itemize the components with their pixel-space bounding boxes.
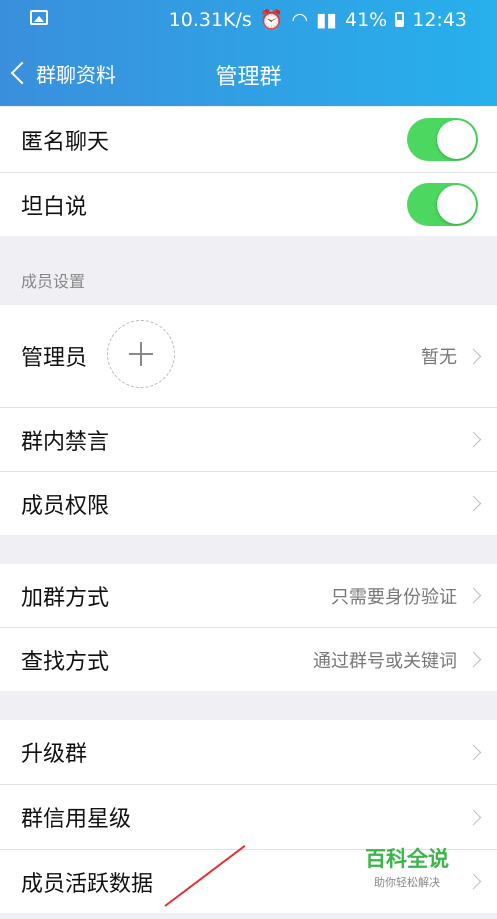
mute-label: 群内禁言 bbox=[21, 429, 110, 455]
row-group-credit[interactable]: 群信用星级 bbox=[0, 785, 497, 849]
chevron-right-icon bbox=[465, 495, 482, 512]
chevron-right-icon bbox=[465, 809, 482, 825]
nav-bar: 群聊资料 管理群 bbox=[0, 40, 497, 106]
row-upgrade-group[interactable]: 升级群 bbox=[0, 720, 497, 784]
find-method-value: 通过群号或关键词 bbox=[313, 650, 457, 672]
tanbaishuo-toggle[interactable] bbox=[407, 183, 478, 226]
join-method-value: 只需要身份验证 bbox=[331, 586, 457, 608]
row-anonymous-chat: 匿名聊天 bbox=[0, 107, 497, 172]
status-bar: 10.31K/s ⏰ ◠ ▮▮ 41% 12:43 bbox=[0, 0, 497, 40]
tanbaishuo-label: 坦白说 bbox=[21, 194, 88, 220]
image-icon bbox=[30, 10, 48, 25]
network-speed: 10.31K/s bbox=[168, 8, 252, 31]
alarm-icon: ⏰ bbox=[259, 9, 284, 31]
chevron-right-icon bbox=[465, 873, 482, 890]
join-method-label: 加群方式 bbox=[21, 585, 110, 611]
page-title-text: 管理群 bbox=[215, 65, 282, 90]
admin-value: 暂无 bbox=[421, 347, 457, 368]
anonymous-chat-label: 匿名聊天 bbox=[21, 129, 110, 155]
chevron-right-icon bbox=[465, 587, 482, 604]
row-find-method[interactable]: 查找方式 通过群号或关键词 bbox=[0, 628, 497, 691]
admin-label: 管理员 bbox=[21, 346, 88, 371]
chevron-right-icon bbox=[465, 431, 482, 448]
section-header-member-settings: 成员设置 bbox=[21, 272, 86, 291]
row-tanbaishuo: 坦白说 bbox=[0, 173, 497, 236]
wifi-icon: ◠ bbox=[291, 8, 309, 31]
battery-percent: 41% bbox=[345, 8, 388, 31]
add-admin-button[interactable] bbox=[107, 320, 175, 388]
anonymous-chat-toggle[interactable] bbox=[407, 118, 478, 161]
chevron-right-icon bbox=[465, 651, 482, 668]
toggle-knob bbox=[437, 185, 476, 224]
toggle-knob bbox=[437, 120, 476, 159]
row-member-permissions[interactable]: 成员权限 bbox=[0, 472, 497, 535]
watermark-title: 百科全说 bbox=[365, 847, 449, 871]
signal-icon: ▮▮ bbox=[316, 8, 337, 31]
status-right: 10.31K/s ⏰ ◠ ▮▮ 41% 12:43 bbox=[168, 8, 467, 32]
activity-label: 成员活跃数据 bbox=[21, 871, 154, 897]
permissions-label: 成员权限 bbox=[21, 493, 110, 519]
watermark-logo: 百科全说 助你轻松解决 bbox=[355, 843, 459, 890]
row-mute[interactable]: 群内禁言 bbox=[0, 408, 497, 471]
row-join-method[interactable]: 加群方式 只需要身份验证 bbox=[0, 564, 497, 627]
clock: 12:43 bbox=[412, 8, 467, 31]
page-title: 管理群 bbox=[0, 59, 497, 91]
row-admin[interactable]: 管理员 暂无 bbox=[0, 305, 497, 407]
chevron-right-icon bbox=[465, 744, 482, 760]
watermark-subtitle: 助你轻松解决 bbox=[374, 876, 440, 889]
credit-label: 群信用星级 bbox=[21, 807, 132, 832]
upgrade-label: 升级群 bbox=[21, 742, 88, 767]
chevron-right-icon bbox=[465, 348, 482, 364]
battery-icon bbox=[395, 12, 405, 27]
find-method-label: 查找方式 bbox=[21, 649, 110, 675]
